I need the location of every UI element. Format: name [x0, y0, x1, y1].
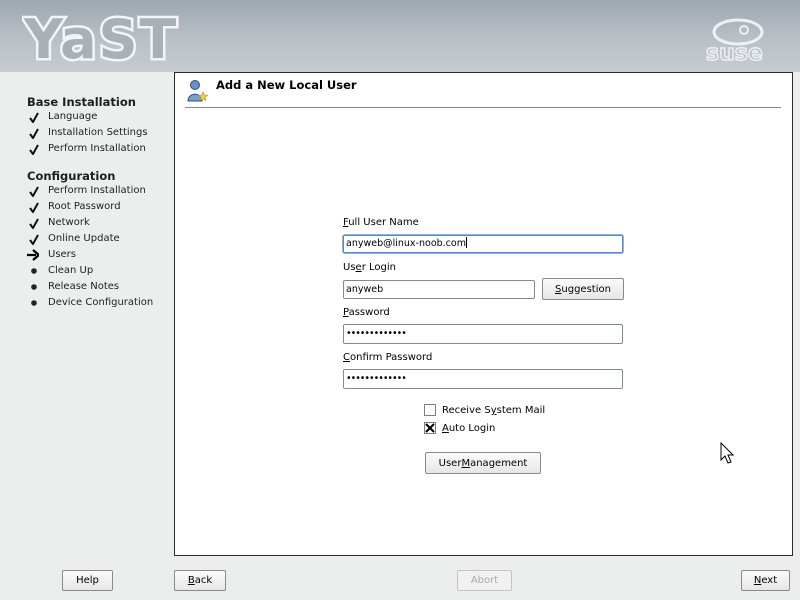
checkmark-icon: [28, 201, 40, 213]
step-perform-installation-config: Perform Installation: [48, 185, 146, 196]
step-users: Users: [48, 249, 77, 260]
svg-text:YaST: YaST: [23, 8, 178, 66]
user-management-button[interactable]: User Management: [425, 452, 541, 474]
checkmark-icon: [28, 233, 40, 245]
page-title: Add a New Local User: [216, 78, 357, 92]
svg-text:suse: suse: [706, 41, 763, 66]
receive-system-mail-label[interactable]: Receive System Mail: [442, 405, 545, 416]
checkmark-icon: [28, 127, 40, 139]
step-online-update: Online Update: [48, 233, 120, 244]
confirm-password-label: Confirm Password: [343, 352, 433, 363]
suggestion-button[interactable]: Suggestion: [542, 278, 624, 300]
user-login-input[interactable]: anyweb: [343, 280, 535, 299]
bottom-button-bar: Help Back Abort Next: [0, 560, 800, 600]
arrow-right-icon: [27, 249, 39, 261]
step-language: Language: [48, 111, 98, 122]
step-device-configuration: Device Configuration: [48, 297, 154, 308]
bullet-icon: [28, 265, 40, 277]
mouse-cursor-icon: [720, 442, 735, 464]
checkmark-icon: [28, 217, 40, 229]
step-release-notes: Release Notes: [48, 281, 120, 292]
checkmark-icon: [28, 185, 40, 197]
section-title-configuration: Configuration: [27, 169, 116, 183]
bullet-icon: [28, 281, 40, 293]
next-button[interactable]: Next: [741, 570, 790, 591]
help-button[interactable]: Help: [62, 570, 113, 591]
user-add-icon: [187, 80, 208, 102]
checkmark-icon: [28, 111, 40, 123]
full-user-name-input[interactable]: anyweb@linux-noob.com: [343, 235, 623, 253]
suse-logo: suse: [705, 18, 764, 66]
auto-login-checkbox[interactable]: [424, 422, 436, 434]
checkbox-x-icon: [425, 423, 435, 433]
auto-login-label[interactable]: Auto Login: [442, 423, 495, 434]
user-login-label: User Login: [343, 262, 396, 273]
confirm-password-input[interactable]: •••••••••••••: [343, 369, 623, 389]
step-root-password: Root Password: [48, 201, 121, 212]
bullet-icon: [28, 297, 40, 309]
section-title-base-installation: Base Installation: [27, 95, 136, 109]
content-panel: Add a New Local User Full User Name anyw…: [174, 72, 793, 556]
checkmark-icon: [28, 143, 40, 155]
yast-logo: YaST YaST: [22, 6, 179, 66]
step-clean-up: Clean Up: [48, 265, 94, 276]
abort-button[interactable]: Abort: [457, 570, 512, 591]
step-network: Network: [48, 217, 90, 228]
installation-steps-sidebar: Base Installation Language Installation …: [0, 72, 174, 560]
password-label: Password: [343, 307, 390, 318]
password-input[interactable]: •••••••••••••: [343, 324, 623, 344]
step-installation-settings: Installation Settings: [48, 127, 148, 138]
title-divider: [185, 107, 781, 108]
receive-system-mail-checkbox[interactable]: [424, 404, 436, 416]
full-user-name-label: Full User Name: [343, 217, 419, 228]
header-banner: YaST YaST suse: [0, 0, 800, 72]
back-button[interactable]: Back: [174, 570, 226, 591]
step-perform-installation: Perform Installation: [48, 143, 146, 154]
